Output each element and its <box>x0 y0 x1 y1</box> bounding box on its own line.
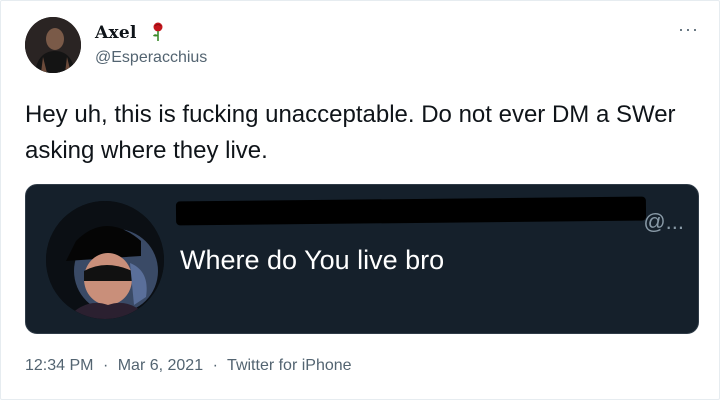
more-options-icon[interactable]: ··· <box>678 19 699 40</box>
dm-handle-fragment: @... <box>643 209 684 234</box>
dm-message-text: Where do You live bro <box>180 245 445 275</box>
meta-separator: · <box>212 357 218 374</box>
tweet-date[interactable]: Mar 6, 2021 <box>118 357 203 374</box>
tweet-card: Axel @Esperacchius ··· Hey uh, this is f… <box>0 0 720 400</box>
tweet-metadata: 12:34 PM · Mar 6, 2021 · Twitter for iPh… <box>25 357 352 375</box>
author-handle[interactable]: @Esperacchius <box>95 49 207 67</box>
tweet-source[interactable]: Twitter for iPhone <box>227 357 352 374</box>
dm-sender-avatar <box>46 201 164 319</box>
tweet-text: Hey uh, this is fucking unacceptable. Do… <box>25 101 676 164</box>
hooded-figure-avatar <box>46 201 164 319</box>
author-name[interactable]: Axel <box>95 23 137 43</box>
meta-separator: · <box>102 357 109 374</box>
tweet-media-image[interactable]: @... Where do You live bro <box>25 184 699 334</box>
author-avatar[interactable] <box>25 17 81 73</box>
person-avatar-image <box>25 17 81 73</box>
redacted-name-bar <box>175 196 647 226</box>
rose-emoji-icon <box>153 22 163 41</box>
tweet-time[interactable]: 12:34 PM <box>25 357 93 374</box>
